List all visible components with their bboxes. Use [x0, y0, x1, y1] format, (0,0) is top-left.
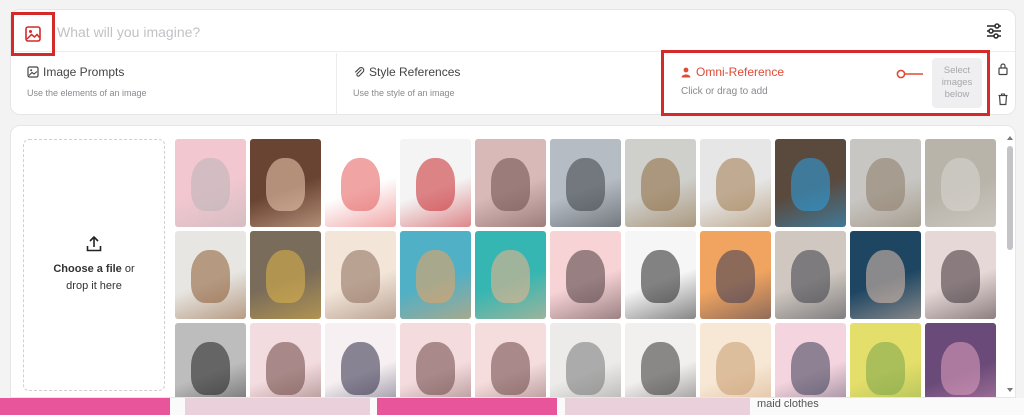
upload-icon: [86, 235, 102, 252]
paperclip-icon: [354, 67, 365, 77]
thumbnail-image[interactable]: [475, 139, 546, 227]
thumbnail-image[interactable]: [700, 231, 771, 319]
thumbnail-image[interactable]: [775, 139, 846, 227]
prompt-input[interactable]: [57, 21, 657, 43]
image-upload-button[interactable]: [11, 12, 55, 56]
upload-choose-file: Choose a file: [53, 263, 122, 275]
thumbnail-image[interactable]: [850, 231, 921, 319]
style-references-title: Style References: [369, 65, 461, 79]
background-caption: maid clothes: [757, 398, 819, 410]
thumbnail-image[interactable]: [625, 231, 696, 319]
person-icon: [681, 67, 691, 77]
thumbnail-image[interactable]: [700, 139, 771, 227]
thumbnail-image[interactable]: [325, 231, 396, 319]
background-strip: maid clothes: [0, 398, 1024, 415]
thumbnail-image[interactable]: [925, 139, 996, 227]
thumbnail-image[interactable]: [175, 231, 246, 319]
thumbnail-image[interactable]: [925, 323, 996, 397]
settings-sliders-icon[interactable]: [983, 20, 1005, 42]
thumbnail-image[interactable]: [475, 231, 546, 319]
omni-reference-title: Omni-Reference: [696, 65, 785, 79]
image-prompts-section[interactable]: Image Prompts Use the elements of an ima…: [11, 53, 337, 115]
upload-dropzone[interactable]: Choose a file or drop it here: [23, 139, 165, 391]
thumbnail-image[interactable]: [850, 139, 921, 227]
thumbnail-grid: [175, 139, 1000, 397]
scrollbar[interactable]: [1006, 134, 1014, 394]
thumbnail-image[interactable]: [700, 323, 771, 397]
prompt-row: [11, 10, 1015, 56]
trash-icon[interactable]: [996, 92, 1010, 106]
scroll-up-arrow-icon[interactable]: [1006, 134, 1014, 142]
image-prompts-icon: [27, 66, 39, 78]
thumbnail-image[interactable]: [775, 323, 846, 397]
thumbnail-image[interactable]: [400, 231, 471, 319]
scroll-down-arrow-icon[interactable]: [1006, 386, 1014, 394]
omni-weight-slider[interactable]: [896, 69, 924, 79]
thumbnail-image[interactable]: [850, 323, 921, 397]
omni-reference-section[interactable]: Omni-Reference Click or drag to add Sele…: [661, 50, 990, 116]
gallery-panel: Choose a file or drop it here: [10, 125, 1016, 398]
omni-reference-subtitle: Click or drag to add: [681, 86, 768, 97]
thumbnail-image[interactable]: [550, 139, 621, 227]
image-prompts-title: Image Prompts: [43, 65, 125, 79]
upload-drop-here: drop it here: [66, 280, 122, 292]
thumbnail-image[interactable]: [175, 323, 246, 397]
scrollbar-thumb[interactable]: [1007, 146, 1013, 250]
thumbnail-image[interactable]: [175, 139, 246, 227]
prompt-card: Image Prompts Use the elements of an ima…: [10, 9, 1016, 116]
select-images-button[interactable]: Select images below: [932, 58, 982, 108]
thumbnail-image[interactable]: [250, 231, 321, 319]
thumbnail-image[interactable]: [775, 231, 846, 319]
thumbnail-image[interactable]: [250, 139, 321, 227]
thumbnail-image[interactable]: [625, 323, 696, 397]
image-icon: [25, 26, 41, 42]
style-references-section[interactable]: Style References Use the style of an ima…: [337, 53, 661, 115]
thumbnail-image[interactable]: [325, 139, 396, 227]
thumbnail-image[interactable]: [400, 139, 471, 227]
thumbnail-image[interactable]: [475, 323, 546, 397]
thumbnail-image[interactable]: [250, 323, 321, 397]
image-prompts-subtitle: Use the elements of an image: [27, 88, 147, 98]
thumbnail-image[interactable]: [550, 231, 621, 319]
thumbnail-image[interactable]: [625, 139, 696, 227]
thumbnail-image[interactable]: [550, 323, 621, 397]
style-references-subtitle: Use the style of an image: [353, 88, 455, 98]
thumbnail-image[interactable]: [400, 323, 471, 397]
thumbnail-image[interactable]: [325, 323, 396, 397]
upload-connector: or: [124, 263, 135, 275]
lock-icon[interactable]: [996, 62, 1010, 76]
thumbnail-image[interactable]: [925, 231, 996, 319]
